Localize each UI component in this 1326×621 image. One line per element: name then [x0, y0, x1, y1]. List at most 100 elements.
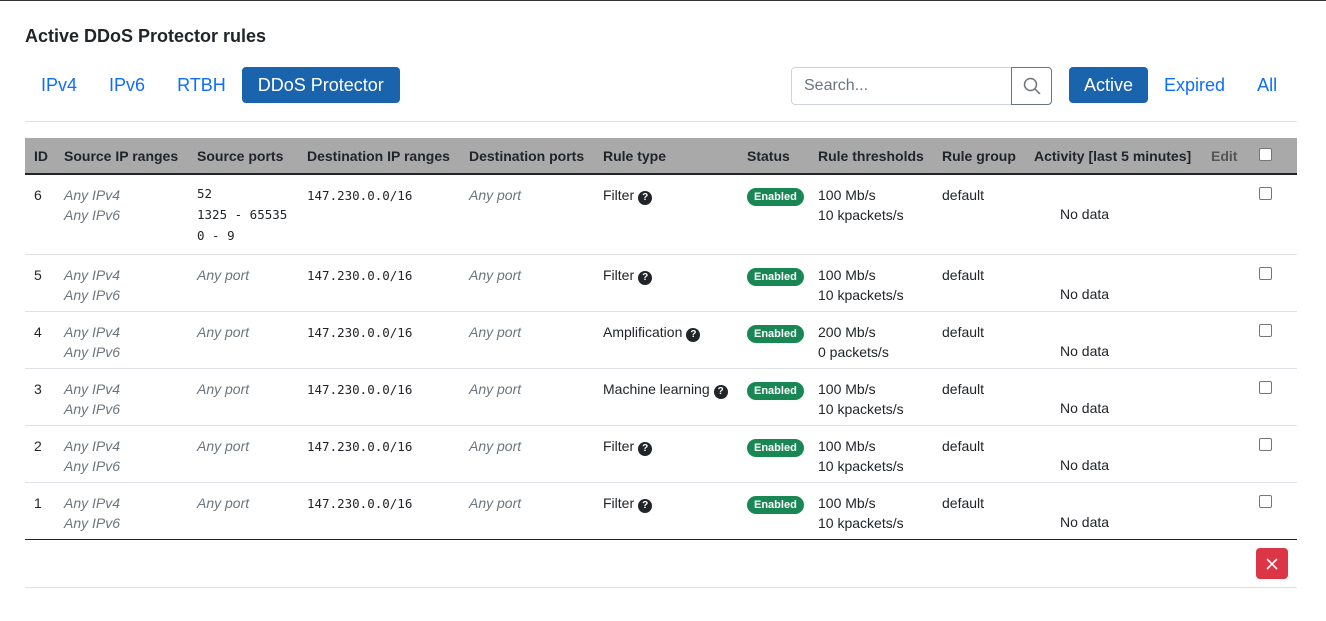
- search-button[interactable]: [1011, 67, 1052, 105]
- question-circle-icon[interactable]: ?: [713, 384, 728, 399]
- activity-value: No data: [1060, 513, 1110, 530]
- source-ip-cell: Any IPv4 Any IPv6: [55, 368, 188, 426]
- col-source-ports[interactable]: Source ports: [188, 138, 298, 175]
- col-activity[interactable]: Activity [last 5 minutes]: [1025, 138, 1202, 175]
- select-all-checkbox[interactable]: [1259, 148, 1272, 161]
- rule-group: default: [933, 174, 1025, 255]
- col-destination-ip[interactable]: Destination IP ranges: [298, 138, 460, 175]
- activity: No data: [1025, 174, 1202, 255]
- row-checkbox[interactable]: [1259, 266, 1272, 280]
- activity: No data: [1025, 311, 1202, 369]
- edit-cell: [1202, 254, 1256, 312]
- threshold-packets: 0 packets/s: [818, 343, 889, 360]
- col-edit: Edit: [1202, 138, 1256, 175]
- rule-type: Filter?: [594, 174, 738, 255]
- destination-port-value: Any port: [469, 266, 522, 283]
- source-ip: Any IPv6: [64, 514, 121, 531]
- row-checkbox[interactable]: [1259, 494, 1272, 508]
- source-ip: Any IPv4: [64, 494, 121, 511]
- table-row: 4 Any IPv4 Any IPv6 Any port 147.230.0.0/…: [25, 311, 1297, 369]
- source-ip: Any IPv6: [64, 207, 121, 223]
- tab-rtbh[interactable]: RTBH: [161, 67, 242, 103]
- rule-type-label: Filter: [603, 494, 635, 511]
- filter-active[interactable]: Active: [1069, 67, 1149, 103]
- tab-ipv6[interactable]: IPv6: [93, 67, 161, 103]
- question-circle-icon[interactable]: ?: [638, 498, 653, 513]
- threshold-bandwidth: 100 Mb/s: [818, 266, 876, 283]
- row-checkbox[interactable]: [1259, 187, 1272, 200]
- table-row: 2 Any IPv4 Any IPv6 Any port 147.230.0.0/…: [25, 425, 1297, 483]
- destination-ip: 147.230.0.0/16: [298, 368, 460, 426]
- source-ip-cell: Any IPv4 Any IPv6: [55, 174, 188, 255]
- source-ip: Any IPv4: [64, 437, 121, 454]
- status: Enabled: [738, 482, 809, 540]
- question-circle-icon[interactable]: ?: [638, 191, 653, 205]
- question-circle-icon[interactable]: ?: [638, 441, 653, 456]
- activity-value: No data: [1060, 206, 1110, 222]
- row-checkbox[interactable]: [1259, 437, 1272, 451]
- select-cell: [1256, 174, 1297, 255]
- destination-port-value: Any port: [469, 437, 522, 454]
- destination-ports: Any port: [460, 311, 594, 369]
- destination-ip: 147.230.0.0/16: [298, 482, 460, 540]
- rule-group: default: [933, 482, 1025, 540]
- delete-selected-button[interactable]: [1256, 548, 1288, 579]
- rule-type: Machine learning?: [594, 368, 738, 426]
- source-port: 52: [197, 186, 213, 201]
- source-port: Any port: [197, 380, 250, 397]
- activity: No data: [1025, 254, 1202, 312]
- filter-all[interactable]: All: [1242, 67, 1292, 103]
- rule-id: 5: [25, 254, 55, 312]
- question-circle-icon[interactable]: ?: [638, 270, 653, 285]
- rule-group: default: [933, 425, 1025, 483]
- col-destination-ports[interactable]: Destination ports: [460, 138, 594, 175]
- source-ports-cell: Any port: [188, 425, 298, 483]
- activity-value: No data: [1060, 399, 1110, 416]
- destination-ip: 147.230.0.0/16: [298, 311, 460, 369]
- thresholds: 100 Mb/s 10 kpackets/s: [809, 425, 933, 483]
- search-input[interactable]: [791, 67, 1012, 105]
- tab-ipv4[interactable]: IPv4: [25, 67, 93, 103]
- source-port: 1325 - 65535: [197, 207, 288, 222]
- col-id[interactable]: ID: [25, 138, 55, 175]
- col-thresholds[interactable]: Rule thresholds: [809, 138, 933, 175]
- source-ports-cell: Any port: [188, 254, 298, 312]
- col-rule-group[interactable]: Rule group: [933, 138, 1025, 175]
- status-badge: Enabled: [747, 438, 804, 457]
- select-cell: [1256, 368, 1297, 426]
- row-checkbox[interactable]: [1259, 323, 1272, 337]
- row-checkbox[interactable]: [1259, 380, 1272, 394]
- source-ip-cell: Any IPv4 Any IPv6: [55, 311, 188, 369]
- select-cell: [1256, 482, 1297, 540]
- col-select-all: [1256, 138, 1297, 175]
- rule-type: Amplification?: [594, 311, 738, 369]
- source-ip: Any IPv6: [64, 286, 121, 303]
- destination-ip-value: 147.230.0.0/16: [307, 438, 413, 454]
- destination-ip-value: 147.230.0.0/16: [307, 267, 413, 283]
- source-ip: Any IPv4: [64, 380, 121, 397]
- source-ip: Any IPv6: [64, 400, 121, 417]
- source-ip: Any IPv4: [64, 266, 121, 283]
- threshold-bandwidth: 100 Mb/s: [818, 187, 876, 203]
- col-status[interactable]: Status: [738, 138, 809, 175]
- source-ip-cell: Any IPv4 Any IPv6: [55, 482, 188, 540]
- destination-port-value: Any port: [469, 380, 522, 397]
- search-group: [791, 67, 1052, 105]
- destination-ports: Any port: [460, 425, 594, 483]
- col-rule-type[interactable]: Rule type: [594, 138, 738, 175]
- rule-type-label: Filter: [603, 266, 635, 283]
- filter-expired[interactable]: Expired: [1149, 67, 1240, 103]
- destination-ports: Any port: [460, 482, 594, 540]
- destination-ip-value: 147.230.0.0/16: [307, 495, 413, 511]
- destination-ip: 147.230.0.0/16: [298, 254, 460, 312]
- destination-ports: Any port: [460, 254, 594, 312]
- col-source-ip[interactable]: Source IP ranges: [55, 138, 188, 175]
- threshold-packets: 10 kpackets/s: [818, 286, 904, 303]
- source-ip: Any IPv4: [64, 323, 121, 340]
- question-circle-icon[interactable]: ?: [686, 327, 701, 342]
- tab-ddos-protector[interactable]: DDoS Protector: [241, 67, 400, 103]
- activity: No data: [1025, 482, 1202, 540]
- rule-id: 6: [25, 174, 55, 255]
- thresholds: 100 Mb/s 10 kpackets/s: [809, 174, 933, 255]
- status: Enabled: [738, 174, 809, 255]
